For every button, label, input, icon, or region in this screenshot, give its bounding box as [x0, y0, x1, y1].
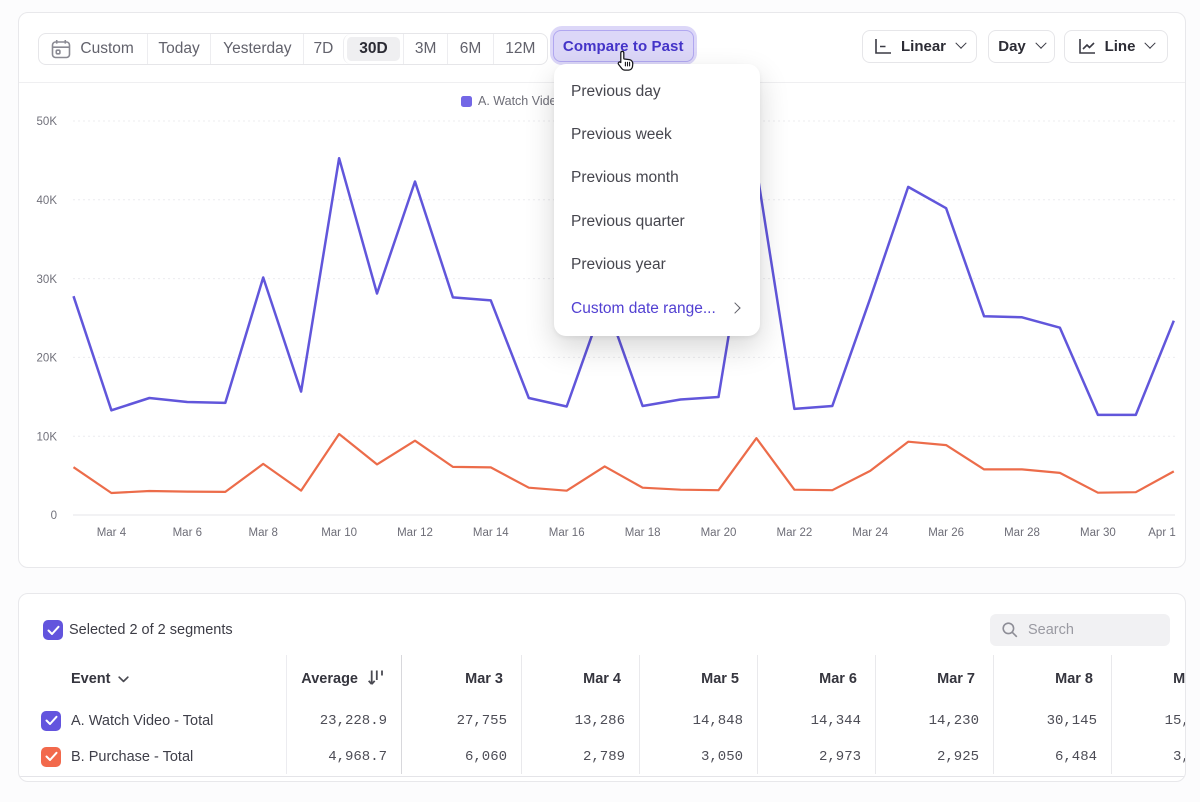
svg-text:Mar 12: Mar 12: [397, 527, 433, 539]
svg-text:50K: 50K: [37, 116, 58, 128]
svg-text:Mar 10: Mar 10: [321, 527, 357, 539]
svg-text:0: 0: [51, 510, 57, 522]
svg-text:Mar 18: Mar 18: [625, 527, 661, 539]
svg-text:Mar 20: Mar 20: [701, 527, 737, 539]
svg-text:Mar 26: Mar 26: [928, 527, 964, 539]
svg-text:Mar 6: Mar 6: [173, 527, 202, 539]
svg-text:Mar 28: Mar 28: [1004, 527, 1040, 539]
svg-text:Mar 24: Mar 24: [852, 527, 888, 539]
svg-text:10K: 10K: [37, 431, 58, 443]
svg-text:Mar 8: Mar 8: [248, 527, 277, 539]
svg-text:Mar 22: Mar 22: [777, 527, 813, 539]
svg-text:Mar 16: Mar 16: [549, 527, 585, 539]
svg-text:30K: 30K: [37, 274, 58, 286]
svg-text:Mar 30: Mar 30: [1080, 527, 1116, 539]
svg-text:20K: 20K: [37, 353, 58, 365]
svg-text:Mar 4: Mar 4: [97, 527, 127, 539]
svg-text:Mar 14: Mar 14: [473, 527, 509, 539]
svg-text:Apr 1: Apr 1: [1148, 527, 1176, 539]
svg-text:40K: 40K: [37, 195, 58, 207]
